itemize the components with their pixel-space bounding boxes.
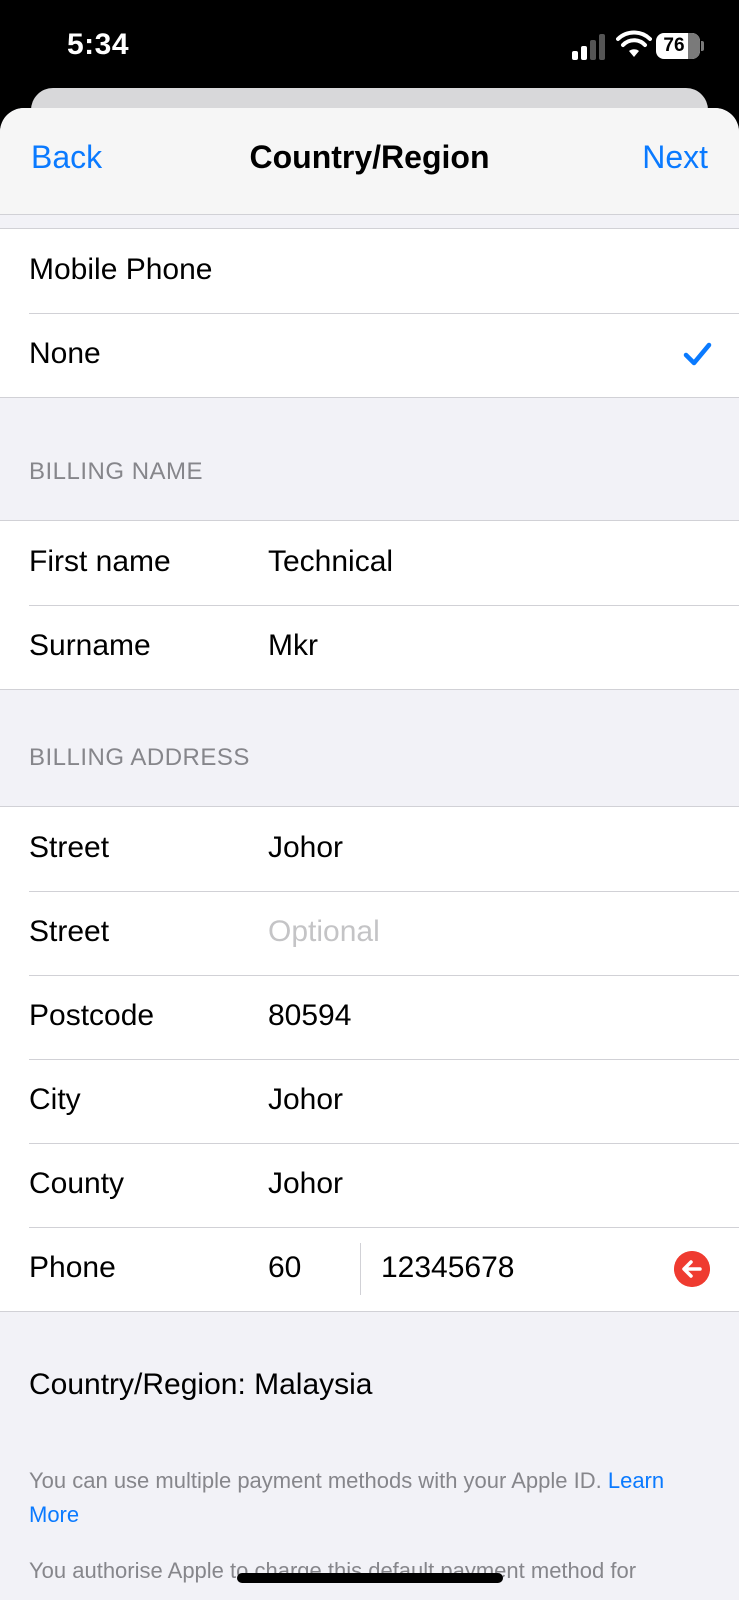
back-button[interactable]: Back bbox=[31, 139, 102, 176]
phone-row[interactable]: Phone 60 12345678 bbox=[0, 1227, 739, 1311]
county-label: County bbox=[29, 1167, 125, 1200]
payment-option-label: None bbox=[29, 337, 101, 370]
cellular-signal-icon bbox=[572, 34, 606, 60]
phone-label: Phone bbox=[29, 1251, 116, 1284]
wifi-icon bbox=[616, 30, 652, 57]
battery-cap bbox=[701, 41, 704, 51]
city-label: City bbox=[29, 1083, 81, 1116]
status-bar: 5:34 76 bbox=[0, 0, 739, 100]
payment-methods-note-text: You can use multiple payment methods wit… bbox=[29, 1468, 608, 1493]
payment-sheet: Back Country/Region Next Mobile Phone No… bbox=[0, 108, 739, 1600]
street-2-row[interactable]: Street Optional bbox=[0, 891, 739, 975]
checkmark-icon bbox=[683, 342, 712, 366]
payment-method-list: Mobile Phone None bbox=[0, 228, 739, 398]
street-row[interactable]: Street Johor bbox=[0, 807, 739, 891]
surname-field[interactable]: Mkr bbox=[268, 629, 318, 663]
surname-label: Surname bbox=[29, 629, 151, 662]
battery-level: 76 bbox=[663, 35, 685, 56]
billing-address-header: BILLING ADDRESS bbox=[29, 744, 250, 771]
surname-row[interactable]: Surname Mkr bbox=[0, 605, 739, 689]
street-2-field[interactable]: Optional bbox=[268, 915, 380, 949]
street-field[interactable]: Johor bbox=[268, 831, 343, 865]
postcode-field[interactable]: 80594 bbox=[268, 999, 351, 1033]
phone-number-field[interactable]: 12345678 bbox=[381, 1251, 514, 1285]
street-2-label: Street bbox=[29, 915, 110, 948]
page-title: Country/Region bbox=[249, 139, 490, 175]
navigation-bar: Back Country/Region Next bbox=[0, 108, 739, 215]
country-region-label: Country/Region: Malaysia bbox=[29, 1368, 373, 1401]
first-name-field[interactable]: Technical bbox=[268, 545, 393, 579]
county-field[interactable]: Johor bbox=[268, 1167, 343, 1201]
battery-icon: 76 bbox=[656, 33, 700, 59]
city-field[interactable]: Johor bbox=[268, 1083, 343, 1117]
payment-option-none[interactable]: None bbox=[0, 313, 739, 397]
billing-name-header: BILLING NAME bbox=[29, 458, 204, 485]
phone-divider bbox=[360, 1243, 361, 1295]
payment-option-label: Mobile Phone bbox=[29, 253, 213, 286]
next-button[interactable]: Next bbox=[642, 139, 708, 176]
first-name-label: First name bbox=[29, 545, 171, 578]
remove-phone-icon[interactable] bbox=[674, 1251, 710, 1287]
status-time: 5:34 bbox=[67, 28, 130, 61]
postcode-row[interactable]: Postcode 80594 bbox=[0, 975, 739, 1059]
county-row[interactable]: County Johor bbox=[0, 1143, 739, 1227]
first-name-row[interactable]: First name Technical bbox=[0, 521, 739, 605]
city-row[interactable]: City Johor bbox=[0, 1059, 739, 1143]
billing-address-group: Street Johor Street Optional Postcode 80… bbox=[0, 806, 739, 1312]
payment-methods-note: You can use multiple payment methods wit… bbox=[29, 1464, 719, 1532]
postcode-label: Postcode bbox=[29, 999, 155, 1032]
phone-country-code-field[interactable]: 60 bbox=[268, 1251, 301, 1285]
street-label: Street bbox=[29, 831, 110, 864]
payment-option-mobile-phone[interactable]: Mobile Phone bbox=[0, 229, 739, 313]
home-indicator[interactable] bbox=[237, 1573, 503, 1583]
billing-name-group: First name Technical Surname Mkr bbox=[0, 520, 739, 690]
